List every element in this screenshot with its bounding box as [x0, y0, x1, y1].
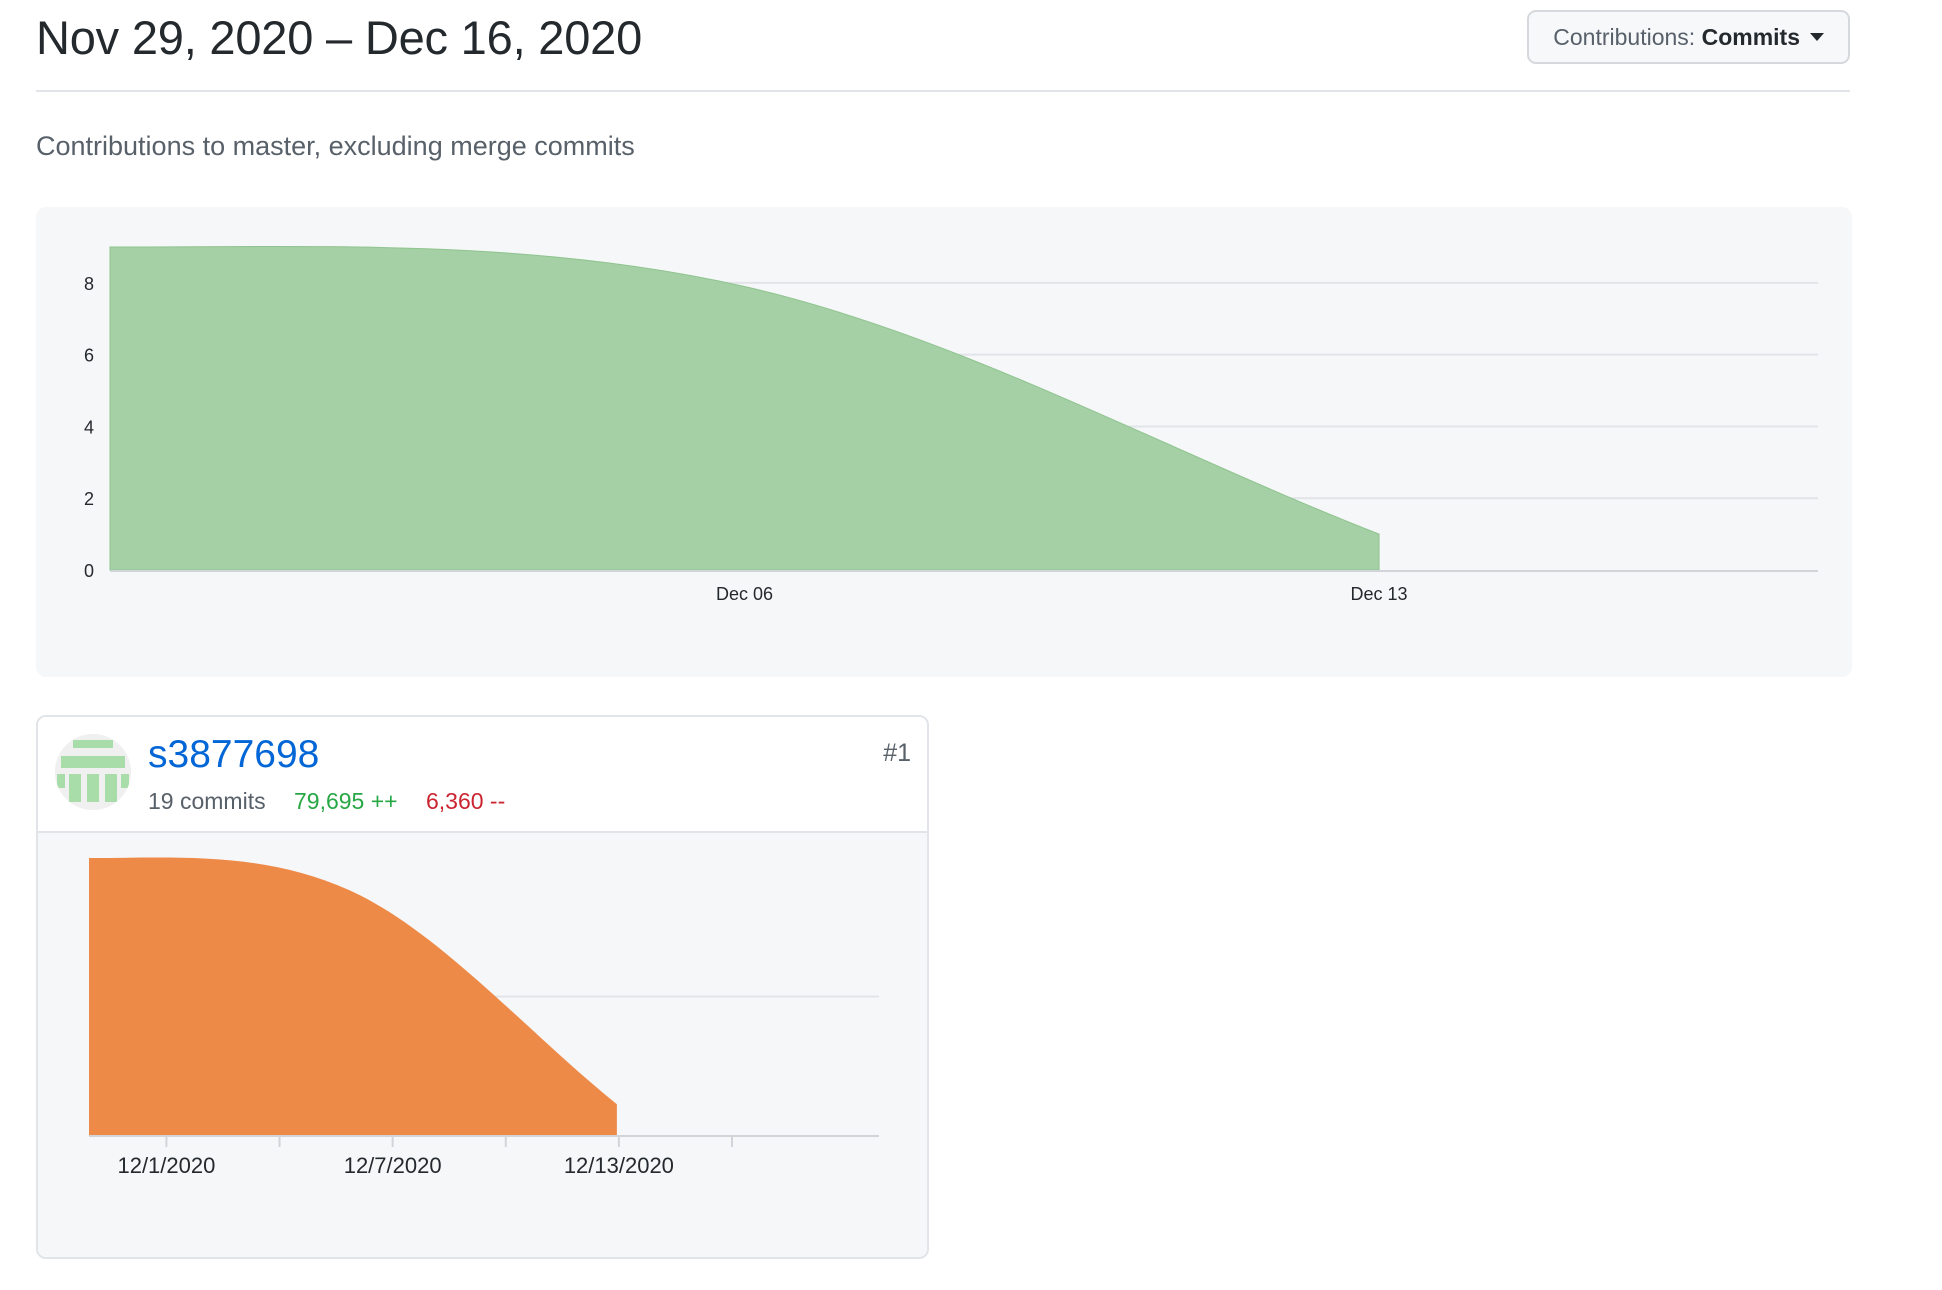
- y-tick-label: 4: [84, 417, 94, 437]
- contributors-page: Nov 29, 2020 – Dec 16, 2020 Contribution…: [0, 0, 1942, 1290]
- page-header: Nov 29, 2020 – Dec 16, 2020 Contribution…: [36, 0, 1850, 92]
- commits-overview-chart[interactable]: 0 2 4 6 8 Dec 06 Dec 13: [36, 207, 1852, 677]
- chevron-down-icon: [1810, 33, 1824, 41]
- overview-chart-svg: 0 2 4 6 8 Dec 06 Dec 13: [84, 245, 1818, 604]
- contributor-commits-chart[interactable]: 12/1/2020 12/7/2020 12/13/2020: [38, 833, 927, 1257]
- y-tick-label: 0: [84, 561, 94, 581]
- contributor-header: s3877698 19 commits 79,695 ++ 6,360 -- #…: [38, 717, 927, 833]
- x-tick-label: Dec 06: [716, 584, 773, 604]
- y-tick-label: 8: [84, 274, 94, 294]
- x-tick-label: Dec 13: [1351, 584, 1408, 604]
- x-tick-label: 12/7/2020: [344, 1153, 442, 1178]
- y-tick-label: 6: [84, 346, 94, 366]
- identicon-avatar-image: [55, 734, 131, 810]
- x-tick-label: 12/1/2020: [117, 1153, 215, 1178]
- contributions-label: Contributions:: [1553, 24, 1696, 50]
- contributor-chart-svg: 12/1/2020 12/7/2020 12/13/2020: [89, 857, 879, 1178]
- contributor-rank: #1: [883, 739, 911, 767]
- y-tick-label: 2: [84, 489, 94, 509]
- contributor-stats: 19 commits 79,695 ++ 6,360 --: [148, 785, 505, 817]
- additions-count: 79,695 ++: [293, 788, 398, 814]
- contributor-username-link[interactable]: s3877698: [148, 731, 319, 779]
- series-area-overview: [109, 245, 1380, 571]
- deletions-count: 6,360 --: [425, 788, 506, 814]
- contributions-type-dropdown[interactable]: Contributions: Commits: [1527, 10, 1850, 64]
- contributor-card: s3877698 19 commits 79,695 ++ 6,360 -- #…: [36, 715, 929, 1259]
- commit-count: 19 commits: [148, 788, 266, 814]
- date-range-title: Nov 29, 2020 – Dec 16, 2020: [36, 11, 643, 64]
- x-tick-label: 12/13/2020: [564, 1153, 674, 1178]
- contributions-value: Commits: [1701, 24, 1800, 50]
- chart-subtitle: Contributions to master, excluding merge…: [36, 131, 635, 161]
- identicon-avatar[interactable]: [55, 734, 131, 810]
